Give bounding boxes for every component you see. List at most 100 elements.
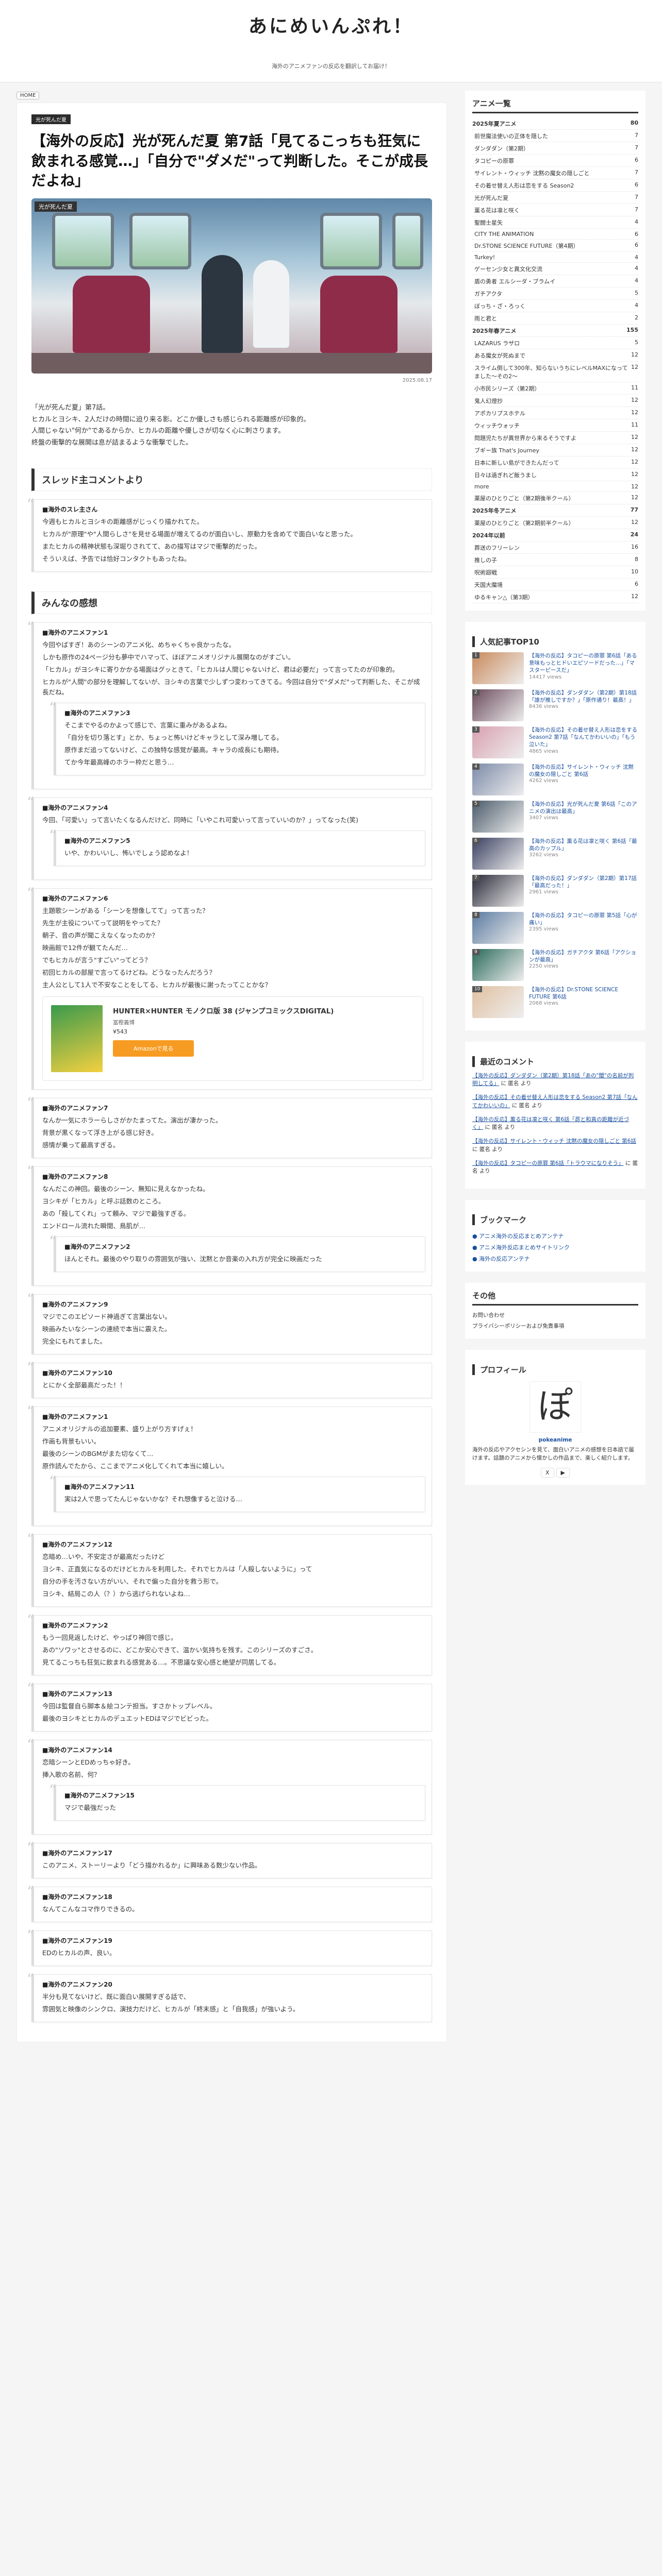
archive-item[interactable]: Turkey! 4 xyxy=(472,252,638,263)
archive-season[interactable]: 2024年以前 24 xyxy=(472,529,638,541)
amazon-button[interactable]: Amazonで見る xyxy=(113,1040,194,1057)
archive-item[interactable]: CITY THE ANIMATION 6 xyxy=(472,229,638,240)
archive-item[interactable]: LAZARUS ラザロ 5 xyxy=(472,337,638,349)
comment-line: なんだこの神回。最後のシーン、無知に見えなかったね。 xyxy=(42,1185,209,1193)
archive-item[interactable]: 光が死んだ夏 7 xyxy=(472,192,638,204)
recent-comment-link[interactable]: 【海外の反応】サイレント・ウィッチ 沈黙の魔女の隠しごと 第6話 xyxy=(472,1138,636,1144)
archive-item[interactable]: more 12 xyxy=(472,481,638,492)
ranking-item[interactable]: 10 【海外の反応】Dr.STONE SCIENCE FUTURE 第6話 2068… xyxy=(472,986,638,1018)
archive-item[interactable]: ゲーセン少女と異文化交流 4 xyxy=(472,263,638,275)
archive-item[interactable]: 前世魔法使いの正体を隠した 7 xyxy=(472,130,638,142)
archive-item[interactable]: タコピーの原罪 6 xyxy=(472,155,638,167)
comment-line: 先生が主役についてって説明をやってた？ xyxy=(42,919,164,927)
archive-season[interactable]: 2025年夏アニメ 80 xyxy=(472,117,638,130)
recent-comment-link[interactable]: 【海外の反応】ダンダダン（第2期）第18話「あの"闇"の名前が判明してる」 xyxy=(472,1073,634,1087)
archive-item[interactable]: ウィッチウォッチ 11 xyxy=(472,419,638,432)
archive-count: 12 xyxy=(631,446,638,453)
archive-item[interactable]: ある魔女が死ぬまで 12 xyxy=(472,349,638,362)
ranking-item[interactable]: 9 【海外の反応】ガチアクタ 第6話「アクションが最高」 2250 views xyxy=(472,949,638,981)
ranking-item[interactable]: 6 【海外の反応】薫る花は凛と咲く 第6話「最高のカップル」 3262 views xyxy=(472,838,638,870)
bookmark-link[interactable]: ● アニメ海外反応まとめサイトリンク xyxy=(472,1242,638,1253)
other-link[interactable]: お問い合わせ xyxy=(472,1310,638,1320)
ranking-views: 14417 views xyxy=(529,674,562,680)
follow-button[interactable]: ▶ xyxy=(556,1467,570,1478)
ranking-title[interactable]: 【海外の反応】その着せ替え人形は恋をする Season2 第7話「なんてかわいい… xyxy=(529,726,638,749)
rank-number: 9 xyxy=(472,949,479,955)
archive-item[interactable]: 天国大魔境 6 xyxy=(472,579,638,591)
product-title[interactable]: HUNTER×HUNTER モノクロ版 38 (ジャンプコミックスDIGITAL… xyxy=(113,1005,334,1015)
archive-item[interactable]: アポカリプスホテル 12 xyxy=(472,407,638,419)
archive-item[interactable]: 推しの子 8 xyxy=(472,554,638,566)
archive-item[interactable]: 盾の勇者 エルシーダ・ブラムイ 4 xyxy=(472,275,638,287)
recent-comment-link[interactable]: 【海外の反応】その着せ替え人形は恋をする Season2 第7話「なんてかわいい… xyxy=(472,1094,638,1108)
bookmark-link[interactable]: ● 海外の反応アンテナ xyxy=(472,1253,638,1264)
site-logo[interactable]: あにめいんぷれ！ xyxy=(0,11,662,38)
image-caption: 光が死んだ夏 xyxy=(35,201,77,212)
archive-season[interactable]: 2025年春アニメ 155 xyxy=(472,325,638,337)
ranking-item[interactable]: 3 【海外の反応】その着せ替え人形は恋をする Season2 第7話「なんてかわい… xyxy=(472,726,638,758)
archive-item[interactable]: 日々は過ぎれど飯うまし 12 xyxy=(472,469,638,481)
ranking-thumbnail[interactable]: 8 xyxy=(472,912,524,944)
ranking-item[interactable]: 1 【海外の反応】タコピーの原罪 第6話「ある意味もっとヒドいエピソードだった…」… xyxy=(472,652,638,684)
archive-item[interactable]: 薫る花は凛と咲く 7 xyxy=(472,204,638,216)
ranking-thumbnail[interactable]: 2 xyxy=(472,689,524,721)
amazon-product-card[interactable]: HUNTER×HUNTER モノクロ版 38 (ジャンプコミックスDIGITAL… xyxy=(42,996,423,1081)
archive-count: 12 xyxy=(631,458,638,465)
product-cover-image[interactable] xyxy=(51,1005,103,1073)
ranking-title[interactable]: 【海外の反応】薫る花は凛と咲く 第6話「最高のカップル」 xyxy=(529,838,638,852)
breadcrumb[interactable]: HOME xyxy=(16,92,40,99)
ranking-thumbnail[interactable]: 7 xyxy=(472,875,524,907)
recent-comment-link[interactable]: 【海外の反応】タコピーの原罪 第6話「トラウマになりそう」 xyxy=(472,1160,624,1166)
ranking-title[interactable]: 【海外の反応】ダンダダン（第2期）第17話「最高だった！」 xyxy=(529,875,638,889)
other-link[interactable]: プライバシーポリシーおよび免責事項 xyxy=(472,1320,638,1331)
ranking-item[interactable]: 4 【海外の反応】サイレント・ウィッチ 沈黙の魔女の隠しごと 第6話 4262 vi… xyxy=(472,764,638,795)
reply-comment: “ ■海外のアニメファン15 マジで最強だった xyxy=(49,1782,425,1821)
archive-item[interactable]: Dr.STONE SCIENCE FUTURE（第4期） 6 xyxy=(472,240,638,252)
ranking-title[interactable]: 【海外の反応】タコピーの原罪 第5話「心が痛い」 xyxy=(529,912,638,926)
follow-button[interactable]: X xyxy=(540,1467,554,1478)
ranking-thumbnail[interactable]: 9 xyxy=(472,949,524,981)
archive-count: 12 xyxy=(631,351,638,358)
ranking-thumbnail[interactable]: 1 xyxy=(472,652,524,684)
ranking-thumbnail[interactable]: 3 xyxy=(472,726,524,758)
archive-item[interactable]: ダンダダン（第2期） 7 xyxy=(472,142,638,155)
ranking-title[interactable]: 【海外の反応】ダンダダン（第2期）第18話「誰が推しですか？」「原作通り！最高！… xyxy=(529,689,638,704)
ranking-title[interactable]: 【海外の反応】光が死んだ夏 第6話「このアニメの演出は最高」 xyxy=(529,801,638,815)
archive-item[interactable]: 鬼人幻燈抄 12 xyxy=(472,395,638,407)
profile-name[interactable]: pokeanime xyxy=(472,1437,638,1443)
ranking-title[interactable]: 【海外の反応】Dr.STONE SCIENCE FUTURE 第6話 xyxy=(529,986,638,1001)
archive-count: 80 xyxy=(630,119,638,126)
archive-item[interactable]: その着せ替え人形は恋をする Season2 6 xyxy=(472,179,638,192)
ranking-title[interactable]: 【海外の反応】ガチアクタ 第6話「アクションが最高」 xyxy=(529,949,638,963)
ranking-thumbnail[interactable]: 5 xyxy=(472,801,524,833)
archive-item[interactable]: 小市民シリーズ（第2期） 11 xyxy=(472,382,638,395)
category-badge[interactable]: 光が死んだ夏 xyxy=(31,114,71,124)
archive-item[interactable]: 薬屋のひとりごと（第2期前半クール） 12 xyxy=(472,517,638,529)
archive-season[interactable]: 2025年冬アニメ 77 xyxy=(472,504,638,517)
archive-item[interactable]: 呪術廻戦 10 xyxy=(472,566,638,579)
archive-count: 4 xyxy=(635,277,638,284)
archive-item[interactable]: スライム倒して300年、知らないうちにレベルMAXになってました～その2～ 12 xyxy=(472,362,638,382)
archive-item[interactable]: 雨と君と 2 xyxy=(472,312,638,325)
archive-item[interactable]: 日本に新しい島ができたんだって 12 xyxy=(472,456,638,469)
ranking-thumbnail[interactable]: 4 xyxy=(472,764,524,795)
archive-item[interactable]: ガチアクタ 5 xyxy=(472,287,638,300)
archive-item[interactable]: 聖闘士星矢 4 xyxy=(472,216,638,229)
archive-item[interactable]: 葬送のフリーレン 16 xyxy=(472,541,638,554)
ranking-item[interactable]: 2 【海外の反応】ダンダダン（第2期）第18話「誰が推しですか？」「原作通り！最高… xyxy=(472,689,638,721)
archive-item[interactable]: ぼっち・ざ・ろっく 4 xyxy=(472,300,638,312)
ranking-title[interactable]: 【海外の反応】タコピーの原罪 第6話「ある意味もっとヒドいエピソードだった…」「… xyxy=(529,652,638,674)
archive-item[interactable]: ブギー族 That's Journey 12 xyxy=(472,444,638,456)
ranking-item[interactable]: 8 【海外の反応】タコピーの原罪 第5話「心が痛い」 2395 views xyxy=(472,912,638,944)
archive-label: LAZARUS ラザロ xyxy=(474,340,520,347)
archive-item[interactable]: サイレント・ウィッチ 沈黙の魔女の隠しごと 7 xyxy=(472,167,638,179)
bookmark-link[interactable]: ● アニメ海外の反応まとめアンテナ xyxy=(472,1230,638,1242)
archive-item[interactable]: 薬屋のひとりごと（第2期後半クール） 12 xyxy=(472,492,638,504)
archive-item[interactable]: ゆるキャン△（第3期） 12 xyxy=(472,591,638,603)
ranking-item[interactable]: 7 【海外の反応】ダンダダン（第2期）第17話「最高だった！」 2961 views xyxy=(472,875,638,907)
ranking-thumbnail[interactable]: 6 xyxy=(472,838,524,870)
ranking-title[interactable]: 【海外の反応】サイレント・ウィッチ 沈黙の魔女の隠しごと 第6話 xyxy=(529,764,638,778)
ranking-thumbnail[interactable]: 10 xyxy=(472,986,524,1018)
ranking-item[interactable]: 5 【海外の反応】光が死んだ夏 第6話「このアニメの演出は最高」 3407 view… xyxy=(472,801,638,833)
archive-item[interactable]: 問題児たちが異世界から来るそうですよ 12 xyxy=(472,432,638,444)
